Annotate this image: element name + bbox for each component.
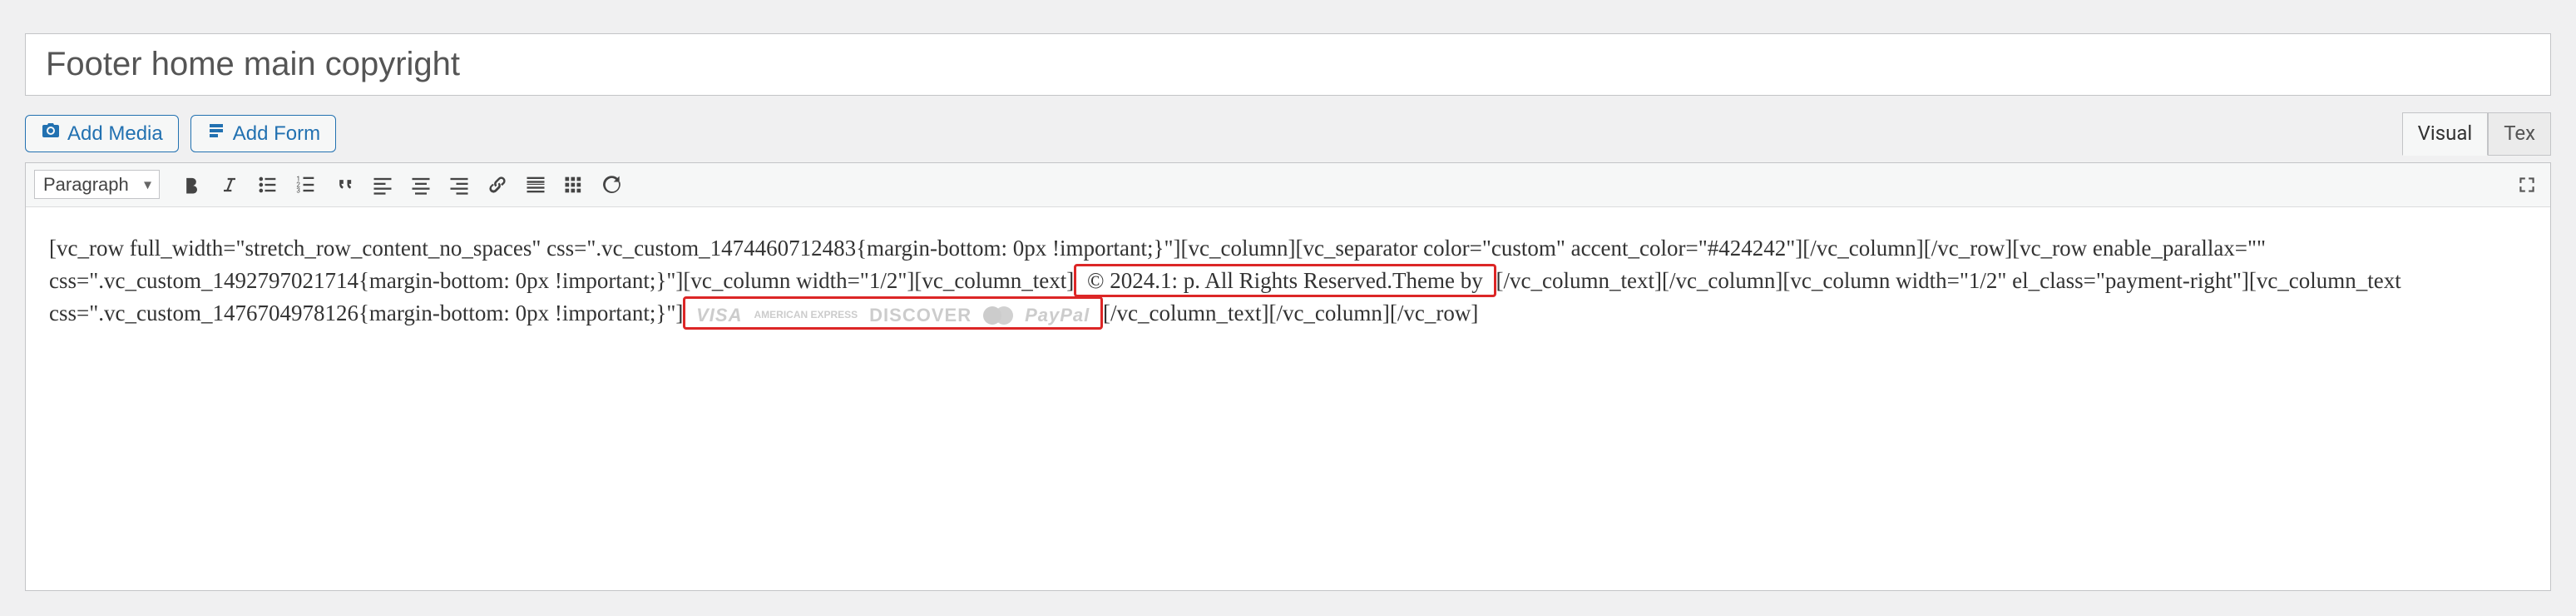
- blockquote-icon[interactable]: [328, 168, 361, 201]
- align-center-icon[interactable]: [404, 168, 438, 201]
- add-media-label: Add Media: [67, 122, 163, 146]
- title-row: [25, 33, 2551, 96]
- editor-content[interactable]: [vc_row full_width="stretch_row_content_…: [26, 207, 2550, 590]
- media-toolbar-row: Add Media Add Form Visual Tex: [25, 112, 2551, 156]
- bold-icon[interactable]: [175, 168, 208, 201]
- discover-logo: DISCOVER: [869, 302, 972, 329]
- highlighted-payment-logos: VISA AMERICAN EXPRESS DISCOVER PayPal: [683, 296, 1103, 330]
- italic-icon[interactable]: [213, 168, 246, 201]
- visa-logo: VISA: [696, 302, 742, 329]
- link-icon[interactable]: [481, 168, 514, 201]
- add-form-button[interactable]: Add Form: [190, 115, 336, 152]
- payment-logos-inline: VISA AMERICAN EXPRESS DISCOVER PayPal: [696, 302, 1090, 329]
- format-select-wrap: Paragraph: [34, 169, 160, 199]
- svg-text:3: 3: [296, 186, 300, 194]
- add-form-label: Add Form: [233, 122, 320, 146]
- bullet-list-icon[interactable]: [251, 168, 284, 201]
- align-left-icon[interactable]: [366, 168, 399, 201]
- paypal-logo: PayPal: [1025, 302, 1090, 329]
- numbered-list-icon[interactable]: 123: [289, 168, 323, 201]
- editor-screen: Add Media Add Form Visual Tex Paragraph: [0, 33, 2576, 616]
- shortcode-seg-3: [/vc_column_text][/vc_column][/vc_row]: [1103, 301, 1478, 325]
- editor-wrap: Paragraph 123 [vc_row full_width="stretc…: [25, 162, 2551, 591]
- tinymce-toolbar: Paragraph 123: [26, 163, 2550, 207]
- mastercard-logo: [983, 306, 1013, 325]
- editor-mode-tabs: Visual Tex: [2402, 112, 2551, 156]
- read-more-icon[interactable]: [519, 168, 552, 201]
- form-icon: [206, 121, 226, 147]
- highlighted-copyright-text: © 2024.1: p. All Rights Reserved.Theme b…: [1074, 264, 1496, 297]
- refresh-icon[interactable]: [596, 168, 629, 201]
- format-select[interactable]: Paragraph: [34, 170, 160, 199]
- camera-icon: [41, 121, 61, 147]
- align-right-icon[interactable]: [443, 168, 476, 201]
- post-title-input[interactable]: [25, 33, 2551, 96]
- amex-logo: AMERICAN EXPRESS: [754, 308, 858, 322]
- add-media-button[interactable]: Add Media: [25, 115, 179, 152]
- media-buttons: Add Media Add Form: [25, 115, 336, 152]
- fullscreen-toggle-icon[interactable]: [2510, 168, 2544, 201]
- tab-text[interactable]: Tex: [2488, 112, 2551, 156]
- tab-visual[interactable]: Visual: [2402, 112, 2489, 156]
- toolbar-toggle-icon[interactable]: [557, 168, 591, 201]
